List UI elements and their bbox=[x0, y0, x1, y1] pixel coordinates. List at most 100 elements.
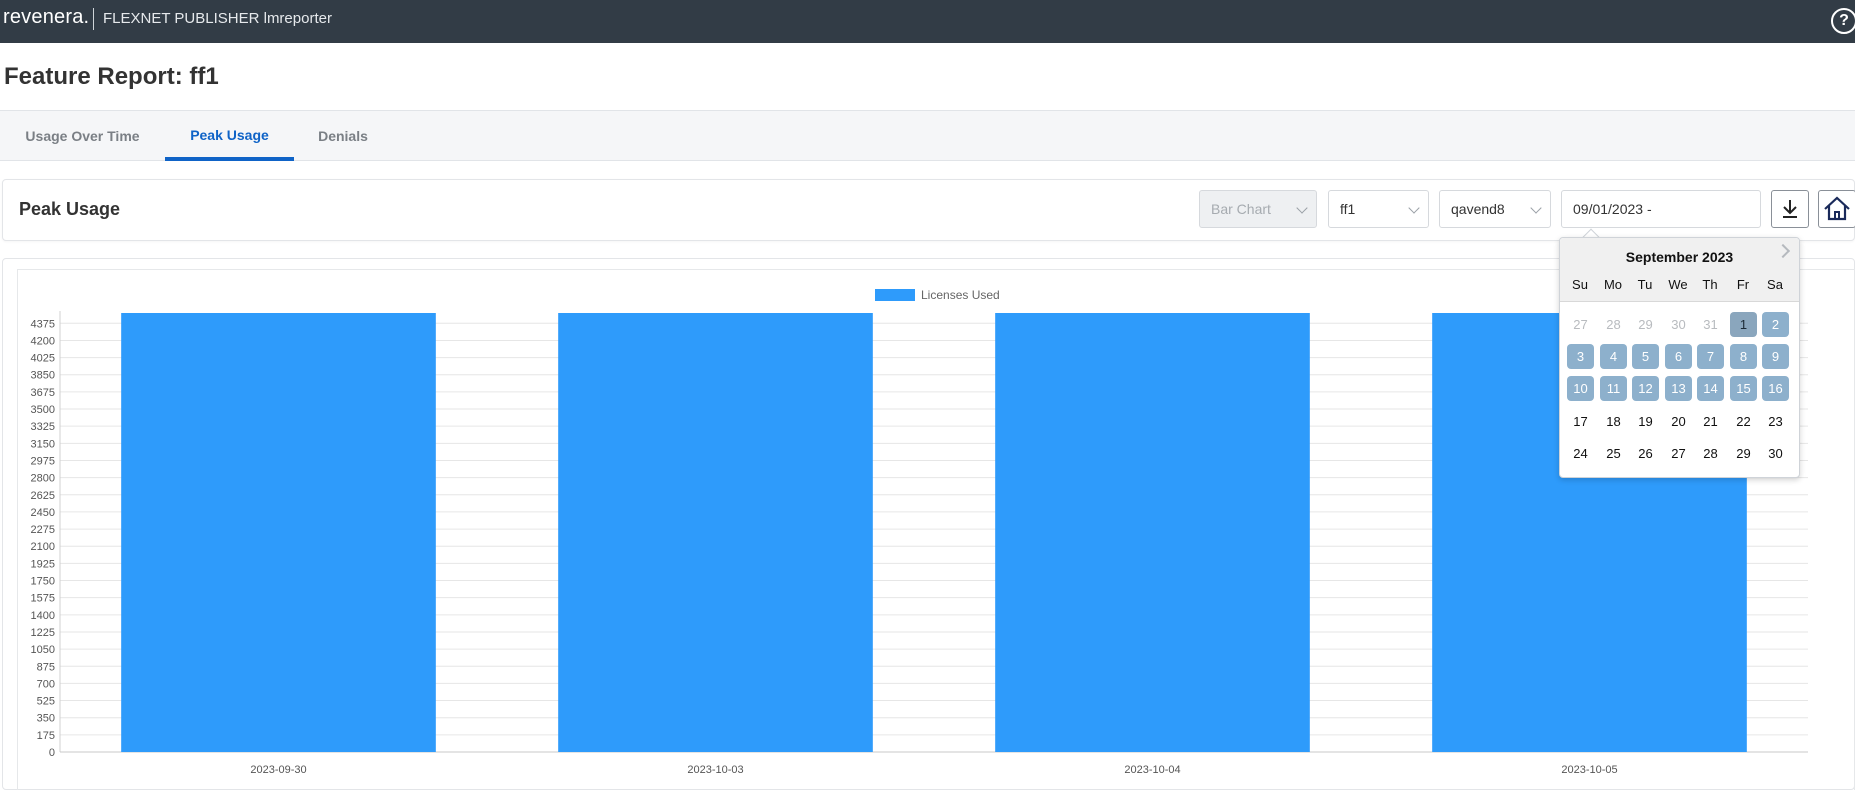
calendar-day[interactable]: 9 bbox=[1762, 344, 1789, 369]
y-tick-label: 3850 bbox=[31, 370, 55, 382]
calendar-day[interactable]: 23 bbox=[1762, 409, 1789, 434]
calendar-day[interactable]: 10 bbox=[1567, 376, 1594, 401]
legend-label: Licenses Used bbox=[921, 288, 1000, 302]
date-picker-calendar: September 2023 Su Mo Tu We Th Fr Sa 27 28 29 30 31 1… bbox=[1559, 237, 1800, 478]
y-tick-label: 1925 bbox=[31, 558, 55, 570]
calendar-day[interactable]: 12 bbox=[1632, 376, 1659, 401]
calendar-day[interactable]: 30 bbox=[1665, 312, 1692, 337]
y-tick-label: 1050 bbox=[31, 644, 55, 656]
y-tick-label: 1750 bbox=[31, 576, 55, 588]
calendar-day[interactable]: 7 bbox=[1697, 344, 1724, 369]
y-tick-label: 1225 bbox=[31, 627, 55, 639]
report-tabs: Usage Over Time Peak Usage Denials bbox=[0, 110, 1855, 161]
y-tick-label: 0 bbox=[49, 747, 55, 759]
feature-select-value: ff1 bbox=[1340, 201, 1356, 217]
calendar-day[interactable]: 24 bbox=[1567, 441, 1594, 466]
bar bbox=[995, 313, 1310, 752]
y-tick-label: 4025 bbox=[31, 353, 55, 365]
bar bbox=[558, 313, 873, 752]
bar bbox=[121, 313, 436, 752]
calendar-day[interactable]: 27 bbox=[1665, 441, 1692, 466]
calendar-day[interactable]: 19 bbox=[1632, 409, 1659, 434]
calendar-day[interactable]: 20 bbox=[1665, 409, 1692, 434]
date-range-input[interactable]: 09/01/2023 - bbox=[1561, 190, 1761, 228]
download-button[interactable] bbox=[1771, 190, 1809, 228]
peak-usage-panel: Peak Usage Bar Chart ff1 qavend8 09/01/2… bbox=[2, 179, 1855, 241]
chart-type-select[interactable]: Bar Chart bbox=[1199, 190, 1317, 228]
calendar-day[interactable]: 30 bbox=[1762, 441, 1789, 466]
y-tick-label: 875 bbox=[37, 661, 55, 673]
y-tick-label: 2100 bbox=[31, 541, 55, 553]
page-title: Feature Report: ff1 bbox=[4, 63, 219, 90]
legend-swatch bbox=[875, 289, 915, 301]
revenera-logo: revenera. bbox=[3, 6, 90, 28]
y-tick-label: 3675 bbox=[31, 387, 55, 399]
calendar-day[interactable]: 28 bbox=[1697, 441, 1724, 466]
calendar-day[interactable]: 2 bbox=[1762, 312, 1789, 337]
calendar-day[interactable]: 26 bbox=[1632, 441, 1659, 466]
calendar-month-label: September 2023 bbox=[1625, 249, 1734, 265]
vendor-select-value: qavend8 bbox=[1451, 201, 1505, 217]
calendar-day[interactable]: 22 bbox=[1730, 409, 1757, 434]
app-title: FLEXNET PUBLISHER lmreporter bbox=[103, 10, 332, 27]
y-tick-label: 4200 bbox=[31, 335, 55, 347]
calendar-day[interactable]: 6 bbox=[1665, 344, 1692, 369]
download-icon bbox=[1783, 200, 1797, 218]
y-tick-label: 1400 bbox=[31, 610, 55, 622]
calendar-day[interactable]: 21 bbox=[1697, 409, 1724, 434]
weekday-label: Sa bbox=[1767, 277, 1783, 292]
y-tick-label: 3150 bbox=[31, 438, 55, 450]
calendar-day[interactable]: 14 bbox=[1697, 376, 1724, 401]
calendar-day[interactable]: 31 bbox=[1697, 312, 1724, 337]
y-tick-label: 175 bbox=[37, 730, 55, 742]
y-tick-label: 350 bbox=[37, 713, 55, 725]
calendar-day[interactable]: 16 bbox=[1762, 376, 1789, 401]
x-tick-label: 2023-09-30 bbox=[250, 764, 306, 776]
calendar-day[interactable]: 28 bbox=[1600, 312, 1627, 337]
logo-divider bbox=[93, 8, 94, 30]
y-tick-label: 525 bbox=[37, 696, 55, 708]
tab-usage-over-time[interactable]: Usage Over Time bbox=[0, 111, 165, 161]
chevron-down-icon bbox=[1408, 202, 1420, 214]
calendar-day[interactable]: 8 bbox=[1730, 344, 1757, 369]
calendar-day[interactable]: 13 bbox=[1665, 376, 1692, 401]
chart-type-select-value: Bar Chart bbox=[1211, 201, 1271, 217]
y-tick-label: 700 bbox=[37, 678, 55, 690]
weekday-label: Su bbox=[1572, 277, 1588, 292]
feature-select[interactable]: ff1 bbox=[1328, 190, 1429, 228]
y-tick-label: 1575 bbox=[31, 593, 55, 605]
calendar-header: September 2023 bbox=[1560, 238, 1799, 302]
y-tick-label: 2625 bbox=[31, 490, 55, 502]
weekday-label: Fr bbox=[1736, 277, 1750, 292]
vendor-select[interactable]: qavend8 bbox=[1439, 190, 1551, 228]
calendar-day[interactable]: 27 bbox=[1567, 312, 1594, 337]
weekday-label: Tu bbox=[1637, 277, 1653, 292]
calendar-day[interactable]: 29 bbox=[1730, 441, 1757, 466]
y-tick-label: 3325 bbox=[31, 421, 55, 433]
y-tick-label: 2800 bbox=[31, 473, 55, 485]
y-tick-label: 2275 bbox=[31, 524, 55, 536]
chevron-down-icon bbox=[1530, 202, 1542, 214]
calendar-day[interactable]: 17 bbox=[1567, 409, 1594, 434]
help-icon[interactable]: ? bbox=[1831, 8, 1855, 34]
calendar-day[interactable]: 5 bbox=[1632, 344, 1659, 369]
calendar-day[interactable]: 3 bbox=[1567, 344, 1594, 369]
y-tick-label: 3500 bbox=[31, 404, 55, 416]
calendar-day[interactable]: 11 bbox=[1600, 376, 1627, 401]
calendar-day[interactable]: 4 bbox=[1600, 344, 1627, 369]
calendar-day[interactable]: 29 bbox=[1632, 312, 1659, 337]
y-tick-label: 4375 bbox=[31, 318, 55, 330]
calendar-day[interactable]: 15 bbox=[1730, 376, 1757, 401]
x-tick-label: 2023-10-03 bbox=[687, 764, 743, 776]
top-bar: revenera. FLEXNET PUBLISHER lmreporter ? bbox=[0, 0, 1855, 43]
y-tick-label: 2450 bbox=[31, 507, 55, 519]
tab-denials[interactable]: Denials bbox=[294, 111, 392, 161]
tab-peak-usage[interactable]: Peak Usage bbox=[165, 111, 294, 161]
home-button[interactable] bbox=[1818, 190, 1855, 228]
calendar-day[interactable]: 1 bbox=[1730, 312, 1757, 337]
chevron-down-icon bbox=[1296, 202, 1308, 214]
panel-title: Peak Usage bbox=[19, 199, 121, 219]
calendar-day[interactable]: 25 bbox=[1600, 441, 1627, 466]
calendar-day[interactable]: 18 bbox=[1600, 409, 1627, 434]
x-tick-label: 2023-10-05 bbox=[1561, 764, 1617, 776]
